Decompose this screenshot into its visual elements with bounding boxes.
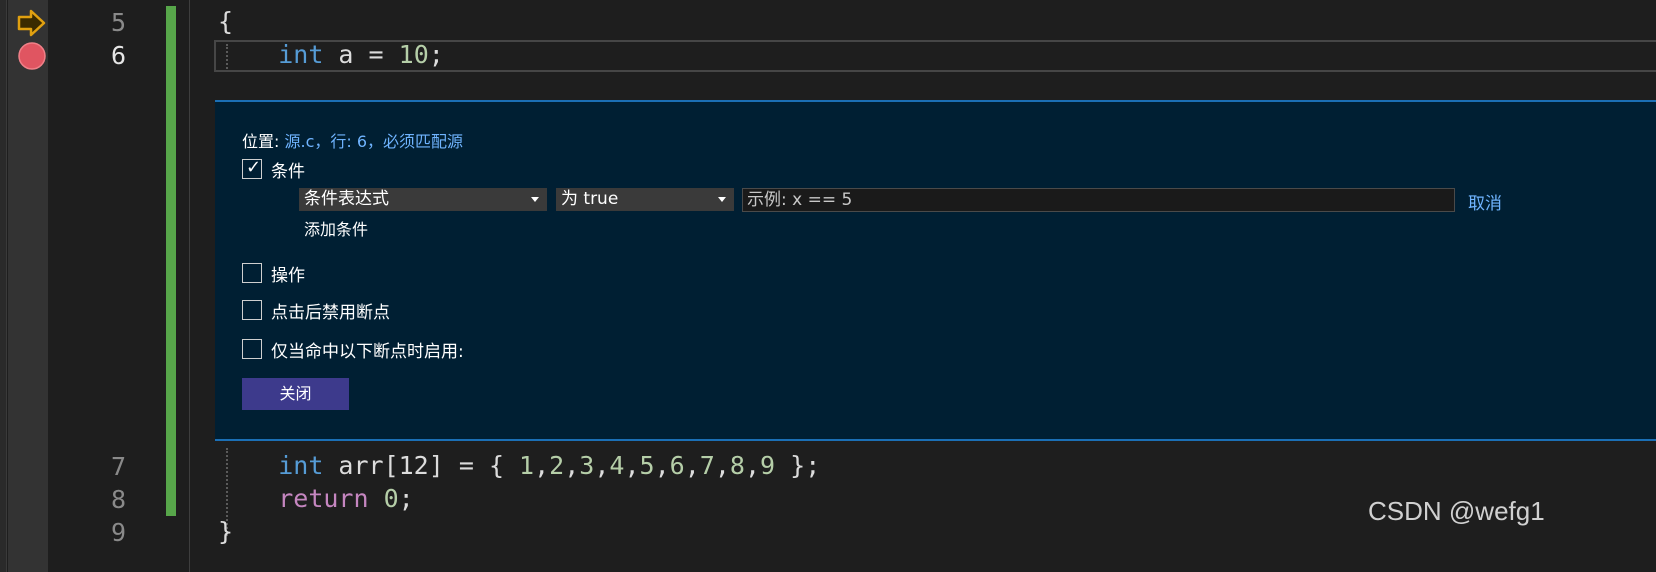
code-line-9[interactable]: } (218, 517, 233, 546)
keyword-int: int (278, 40, 324, 69)
disable-after-hit-label: 点击后禁用断点 (271, 302, 390, 323)
location-label: 位置: (242, 132, 280, 151)
condition-type-dropdown[interactable]: 条件表达式 (299, 188, 547, 211)
only-enable-when-hit-label: 仅当命中以下断点时启用: (271, 341, 464, 362)
only-enable-when-hit-checkbox[interactable] (242, 339, 262, 359)
cancel-condition-link[interactable]: 取消 (1468, 189, 1502, 214)
condition-label: 条件 (271, 161, 305, 182)
code-line-6[interactable]: int a = 10; (218, 40, 444, 69)
code-line-7[interactable]: int arr[12] = { 1,2,3,4,5,6,7,8,9 }; (218, 451, 820, 480)
line-number-9: 9 (110, 518, 126, 547)
close-brace: } (218, 517, 234, 546)
line-number-5: 5 (110, 8, 126, 37)
number-literal: 4 (609, 451, 625, 480)
number-literal: 1 (519, 451, 535, 480)
check-mark-icon: ✓ (246, 157, 262, 178)
chevron-down-icon (718, 197, 726, 202)
number-literal: 2 (549, 451, 565, 480)
number-literal: 5 (639, 451, 655, 480)
semicolon: ; (428, 40, 444, 69)
change-tracking-bar (166, 6, 176, 516)
keyword-int: int (278, 451, 324, 480)
code-text: a = (323, 40, 399, 69)
keyword-return: return (278, 484, 369, 513)
condition-value-text: 为 true (561, 189, 619, 209)
code-text: arr[12] = { (323, 451, 520, 480)
margin-separator (189, 0, 190, 572)
close-button[interactable]: 关闭 (242, 378, 349, 410)
number-literal: 6 (669, 451, 685, 480)
condition-type-value: 条件表达式 (304, 189, 389, 209)
condition-value-dropdown[interactable]: 为 true (556, 188, 734, 211)
number-literal: 8 (729, 451, 745, 480)
number-literal: 3 (579, 451, 595, 480)
condition-expression-input[interactable]: 示例: x == 5 (742, 188, 1455, 212)
number-literal: 9 (760, 451, 776, 480)
watermark: CSDN @wefg1 (1368, 496, 1545, 526)
number-literal: 7 (699, 451, 715, 480)
action-checkbox[interactable] (242, 263, 262, 283)
action-label: 操作 (271, 265, 305, 286)
line-numbers: 5 6 7 8 9 (0, 0, 126, 572)
semicolon: ; (398, 484, 414, 513)
condition-checkbox[interactable]: ✓ (242, 157, 262, 179)
location-link[interactable]: 源.c，行: 6，必须匹配源 (285, 132, 464, 151)
number-literal: 10 (398, 40, 429, 69)
add-condition-link[interactable]: 添加条件 (304, 216, 368, 240)
open-brace: { (218, 7, 234, 36)
number-literal: 0 (383, 484, 399, 513)
chevron-down-icon (531, 197, 539, 202)
code-text: }; (775, 451, 821, 480)
breakpoint-location: 位置: 源.c，行: 6，必须匹配源 (242, 128, 463, 152)
condition-row[interactable]: ✓ 条件 (242, 157, 305, 182)
disable-after-hit-checkbox[interactable] (242, 300, 262, 320)
only-enable-when-hit-row[interactable]: 仅当命中以下断点时启用: (242, 337, 464, 362)
disable-after-hit-row[interactable]: 点击后禁用断点 (242, 298, 390, 323)
breakpoint-settings-panel: 位置: 源.c，行: 6，必须匹配源 ✓ 条件 条件表达式 为 true 示例:… (215, 100, 1656, 441)
code-line-5[interactable]: { (218, 7, 233, 36)
line-number-6: 6 (110, 41, 126, 70)
line-number-7: 7 (110, 452, 126, 481)
action-row[interactable]: 操作 (242, 261, 305, 286)
code-line-8[interactable]: return 0; (218, 484, 414, 513)
line-number-8: 8 (110, 485, 126, 514)
